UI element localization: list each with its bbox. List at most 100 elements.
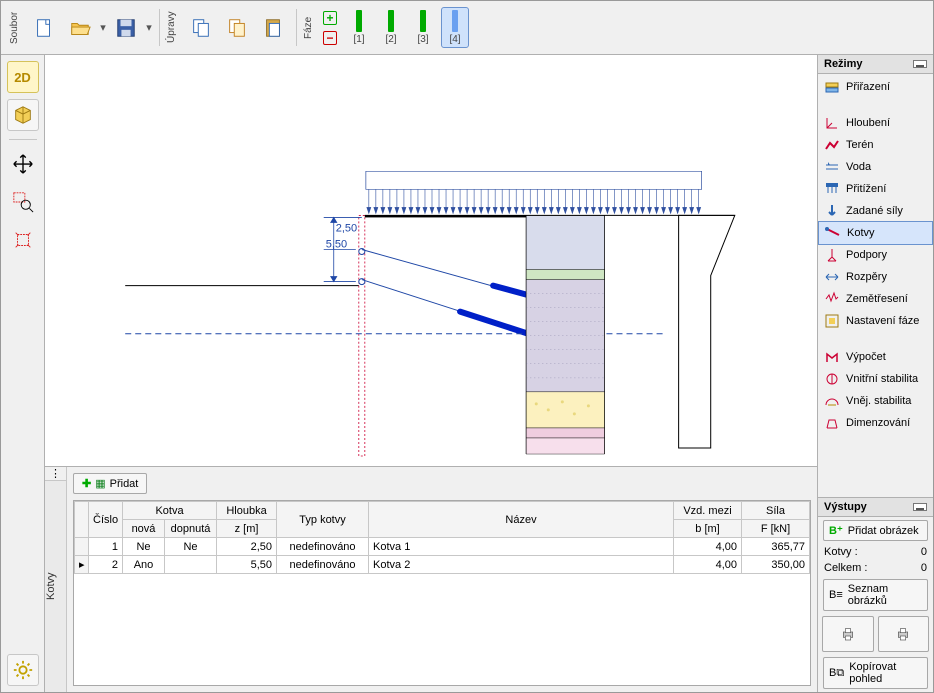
modes-header: Režimy <box>818 55 933 74</box>
image-list-button[interactable]: B≡ Seznam obrázků <box>823 579 928 611</box>
drawing-canvas[interactable]: 2,50 5,50 <box>45 55 817 467</box>
table-row[interactable]: ▸2Ano5,50nedefinovánoKotva 24,00350,00 <box>75 556 810 574</box>
view-2d-button[interactable]: 2D <box>7 61 39 93</box>
mode-label: Přitížení <box>846 183 886 195</box>
mode-item-p-i-azen-[interactable]: Přiřazení <box>818 76 933 98</box>
bottom-toolbar: ✚ ▦ Přidat <box>73 473 811 494</box>
mode-item-zadan-s-ly[interactable]: Zadané síly <box>818 200 933 222</box>
mode-icon <box>824 371 840 387</box>
zoom-extents-button[interactable] <box>7 224 39 256</box>
app-window: Soubor ▾ ▾ Úpravy Fáze + − [1][2][ <box>0 0 934 693</box>
copy-icon <box>190 17 212 39</box>
anchors-table: Číslo Kotva Hloubka Typ kotvy Název Vzd.… <box>74 501 810 574</box>
bottom-tabstrip: ⋮ Kotvy <box>45 467 67 692</box>
mode-icon <box>824 349 840 365</box>
mode-item-vnit-n-stabilita[interactable]: Vnitřní stabilita <box>818 368 933 390</box>
mode-icon <box>824 291 840 307</box>
mode-item-nastaven-f-ze[interactable]: Nastavení fáze <box>818 310 933 332</box>
phase-button[interactable]: [3] <box>409 7 437 48</box>
save-button[interactable] <box>109 5 143 50</box>
output-count-row: Kotvy :0 <box>818 544 933 560</box>
mode-item-hlouben-[interactable]: Hloubení <box>818 112 933 134</box>
open-button[interactable] <box>63 5 97 50</box>
outputs-header: Výstupy <box>818 498 933 517</box>
group-label-file: Soubor <box>9 5 23 50</box>
mode-label: Zemětřesení <box>846 293 908 305</box>
group-label-edit: Úpravy <box>166 5 180 50</box>
new-button[interactable] <box>27 5 61 50</box>
save-floppy-icon <box>115 17 137 39</box>
mode-icon <box>824 269 840 285</box>
group-file: ▾ ▾ <box>27 5 153 50</box>
drawing-svg: 2,50 5,50 <box>45 55 817 466</box>
mode-item-v-po-et[interactable]: Výpočet <box>818 346 933 368</box>
save-dropdown[interactable]: ▾ <box>145 5 153 50</box>
open-folder-icon <box>69 17 91 39</box>
extents-icon <box>12 229 34 251</box>
pan-button[interactable] <box>7 148 39 180</box>
mode-icon <box>824 115 840 131</box>
table-row[interactable]: 1NeNe2,50nedefinovánoKotva 14,00365,77 <box>75 538 810 556</box>
bottom-main: ✚ ▦ Přidat <box>67 467 817 692</box>
gear-icon <box>12 659 34 681</box>
cube-3d-icon <box>12 104 34 126</box>
mode-item-vn-j-stabilita[interactable]: Vněj. stabilita <box>818 390 933 412</box>
svg-text:5,50: 5,50 <box>326 238 347 250</box>
top-toolbar: Soubor ▾ ▾ Úpravy Fáze + − [1][2][ <box>1 1 933 55</box>
add-anchor-button[interactable]: ✚ ▦ Přidat <box>73 473 147 494</box>
add-label: Přidat <box>110 478 139 490</box>
mode-label: Podpory <box>846 249 887 261</box>
mode-label: Dimenzování <box>846 417 910 429</box>
list-icon: B≡ <box>829 589 843 601</box>
main-area: 2D <box>1 55 933 692</box>
right-panel: Režimy Přiřazení Hloubení TerénVoda Přitíže… <box>817 55 933 692</box>
mode-item-zem-t-esen-[interactable]: Zemětřesení <box>818 288 933 310</box>
mode-item-voda[interactable]: Voda <box>818 156 933 178</box>
svg-text:2,50: 2,50 <box>336 222 357 234</box>
mode-icon <box>824 247 840 263</box>
printer-icon <box>840 626 856 642</box>
mode-item-dimenzov-n-[interactable]: Dimenzování <box>818 412 933 434</box>
print-button-2[interactable] <box>878 616 930 652</box>
modes-list: Přiřazení Hloubení TerénVoda Přitížení Zadan… <box>818 74 933 497</box>
add-image-button[interactable]: B⁺ Přidat obrázek <box>823 520 928 541</box>
print-button-1[interactable] <box>822 616 874 652</box>
phase-addremove: + − <box>321 5 339 50</box>
copy-view-button[interactable]: B⧉ Kopírovat pohled <box>823 657 928 689</box>
minimize-icon[interactable] <box>913 503 927 511</box>
zoom-box-button[interactable] <box>7 186 39 218</box>
phase-list: [1][2][3][4] <box>343 5 471 50</box>
bottom-tab-kotvy[interactable]: Kotvy <box>45 481 66 692</box>
move-arrows-icon <box>12 153 34 175</box>
minimize-icon[interactable] <box>913 60 927 68</box>
paste-button[interactable] <box>256 5 290 50</box>
mode-item-podpory[interactable]: Podpory <box>818 244 933 266</box>
mode-item-rozp-ry[interactable]: Rozpěry <box>818 266 933 288</box>
mode-label: Vnitřní stabilita <box>846 373 918 385</box>
copy-doc-button[interactable] <box>220 5 254 50</box>
output-count-row: Celkem :0 <box>818 560 933 576</box>
zoom-rect-icon <box>12 191 34 213</box>
phase-button[interactable]: [2] <box>377 7 405 48</box>
settings-button[interactable] <box>7 654 39 686</box>
copy-doc-icon <box>226 17 248 39</box>
view-3d-button[interactable] <box>7 99 39 131</box>
anchors-grid[interactable]: Číslo Kotva Hloubka Typ kotvy Název Vzd.… <box>73 500 811 686</box>
copy-button[interactable] <box>184 5 218 50</box>
mode-icon <box>824 393 840 409</box>
mode-item-ter-n[interactable]: Terén <box>818 134 933 156</box>
mode-label: Zadané síly <box>846 205 903 217</box>
mode-label: Výpočet <box>846 351 886 363</box>
mode-label: Hloubení <box>846 117 890 129</box>
mode-item-p-it-en-[interactable]: Přitížení <box>818 178 933 200</box>
phase-remove-button[interactable]: − <box>323 31 337 45</box>
printer-icon <box>895 626 911 642</box>
open-dropdown[interactable]: ▾ <box>99 5 107 50</box>
phase-button[interactable]: [1] <box>345 7 373 48</box>
phase-add-button[interactable]: + <box>323 11 337 25</box>
mode-item-kotvy[interactable]: Kotvy <box>818 221 933 245</box>
phase-button[interactable]: [4] <box>441 7 469 48</box>
group-edit <box>184 5 290 50</box>
mode-icon <box>825 225 841 241</box>
mode-label: Nastavení fáze <box>846 315 919 327</box>
